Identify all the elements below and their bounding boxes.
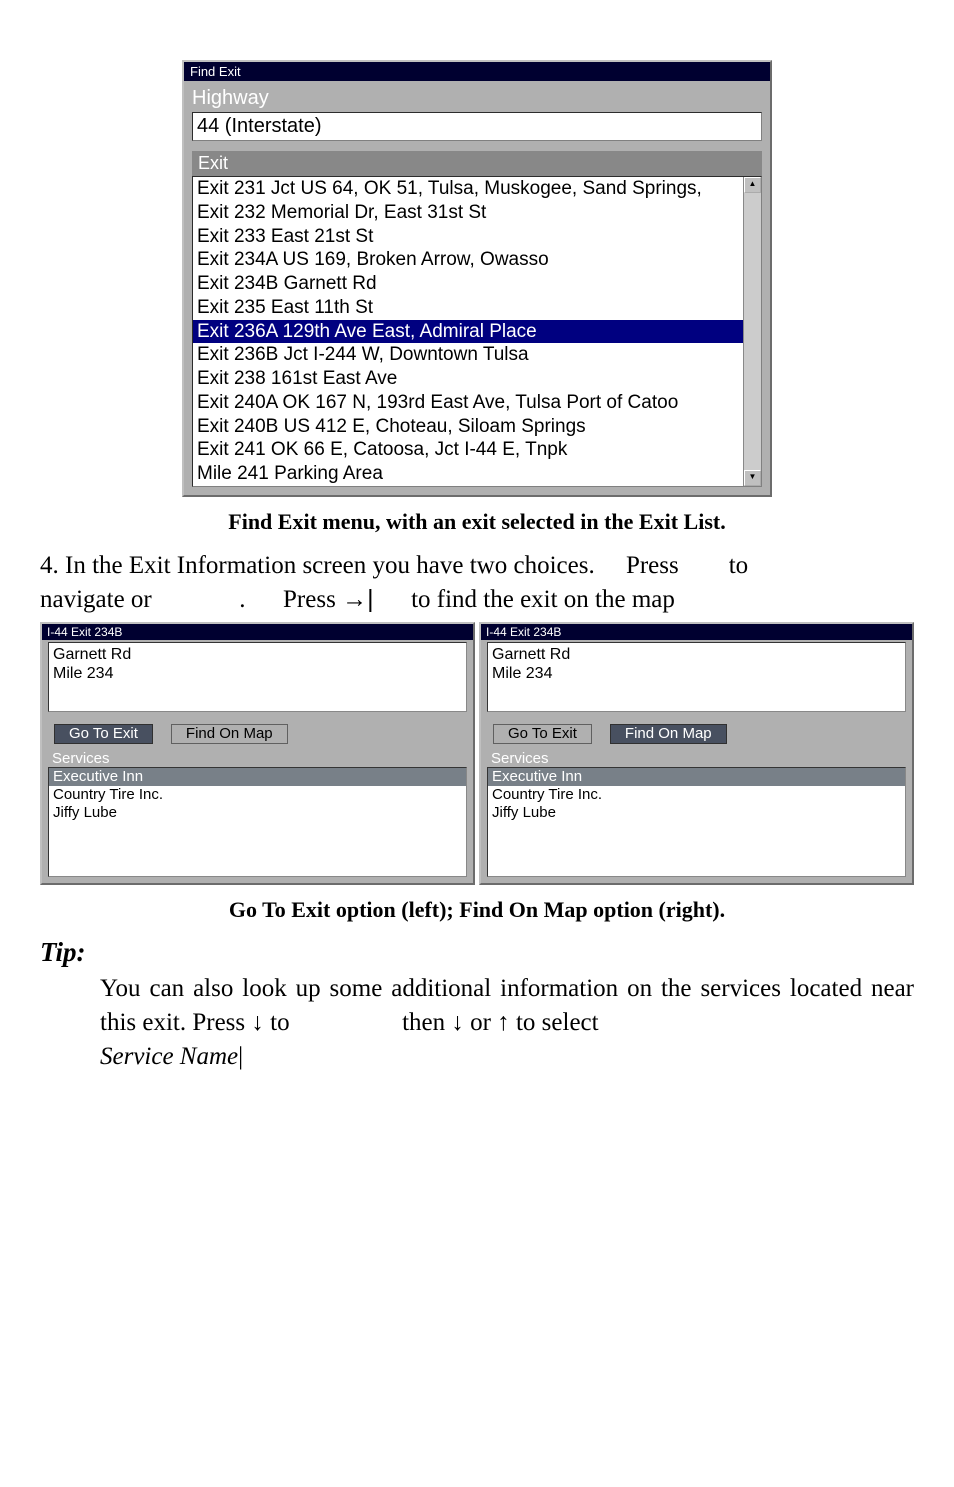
exit-info-left: I-44 Exit 234B Garnett Rd Mile 234 Go To… [40, 622, 475, 885]
exit-section-header: Exit [192, 151, 762, 176]
dual-panel-row: I-44 Exit 234B Garnett Rd Mile 234 Go To… [40, 622, 914, 885]
exit-info-panel: Garnett Rd Mile 234 [487, 642, 906, 712]
services-list[interactable]: Executive InnCountry Tire Inc.Jiffy Lube [487, 767, 906, 877]
service-item[interactable]: Executive Inn [49, 768, 466, 786]
services-list[interactable]: Executive InnCountry Tire Inc.Jiffy Lube [48, 767, 467, 877]
exit-list-item[interactable]: Exit 235 East 11th St [193, 296, 743, 320]
exit-list-item[interactable]: Mile 241 Parking Area [193, 462, 743, 486]
panel-title: I-44 Exit 234B [42, 624, 473, 640]
scrollbar[interactable]: ▲ ▼ [743, 177, 761, 486]
service-item[interactable]: Jiffy Lube [49, 804, 466, 822]
highway-input[interactable]: 44 (Interstate) [192, 112, 762, 141]
panel-title: I-44 Exit 234B [481, 624, 912, 640]
dialog-title: Find Exit [184, 62, 770, 81]
go-to-exit-button[interactable]: Go To Exit [54, 724, 153, 744]
go-to-exit-button[interactable]: Go To Exit [493, 724, 592, 744]
exit-list-item[interactable]: Exit 241 OK 66 E, Catoosa, Jct I-44 E, T… [193, 438, 743, 462]
caption-dual: Go To Exit option (left); Find On Map op… [40, 897, 914, 923]
exit-info-panel: Garnett Rd Mile 234 [48, 642, 467, 712]
exit-list-item[interactable]: Exit 238 161st East Ave [193, 367, 743, 391]
service-item[interactable]: Executive Inn [488, 768, 905, 786]
exit-list-item[interactable]: Exit 240A OK 167 N, 193rd East Ave, Tuls… [193, 391, 743, 415]
scroll-up-icon[interactable]: ▲ [744, 177, 761, 193]
exit-list-item[interactable]: Exit 234B Garnett Rd [193, 272, 743, 296]
up-arrow-icon: ↑ [497, 1008, 510, 1036]
find-on-map-button[interactable]: Find On Map [171, 724, 288, 744]
find-on-map-button[interactable]: Find On Map [610, 724, 727, 744]
find-exit-dialog: Find Exit Highway 44 (Interstate) Exit E… [182, 60, 772, 497]
exit-listbox[interactable]: Exit 231 Jct US 64, OK 51, Tulsa, Muskog… [192, 176, 762, 487]
exit-list-item[interactable]: Exit 232 Memorial Dr, East 31st St [193, 201, 743, 225]
service-item[interactable]: Jiffy Lube [488, 804, 905, 822]
step4-text: 4. In the Exit Information screen you ha… [40, 549, 914, 617]
down-arrow-icon: ↓ [451, 1008, 464, 1036]
exit-list-item[interactable]: Exit 231 Jct US 64, OK 51, Tulsa, Muskog… [193, 177, 743, 201]
exit-list-item[interactable]: Exit 236A 129th Ave East, Admiral Place [193, 320, 743, 344]
scroll-down-icon[interactable]: ▼ [744, 470, 761, 486]
exit-list-item[interactable]: Exit 240B US 412 E, Choteau, Siloam Spri… [193, 415, 743, 439]
services-label: Services [487, 750, 906, 767]
right-arrow-icon: →| [342, 585, 374, 613]
exit-list-item[interactable]: Exit 234A US 169, Broken Arrow, Owasso [193, 248, 743, 272]
service-item[interactable]: Country Tire Inc. [49, 786, 466, 804]
exit-list-item[interactable]: Exit 233 East 21st St [193, 225, 743, 249]
exit-list-item[interactable]: Exit 236B Jct I-244 W, Downtown Tulsa [193, 343, 743, 367]
exit-info-right: I-44 Exit 234B Garnett Rd Mile 234 Go To… [479, 622, 914, 885]
highway-label: Highway [192, 85, 762, 112]
tip-body: You can also look up some additional inf… [100, 972, 914, 1073]
caption-find-exit: Find Exit menu, with an exit selected in… [40, 509, 914, 535]
services-label: Services [48, 750, 467, 767]
down-arrow-icon: ↓ [251, 1008, 264, 1036]
tip-heading: Tip: [40, 937, 914, 968]
service-item[interactable]: Country Tire Inc. [488, 786, 905, 804]
